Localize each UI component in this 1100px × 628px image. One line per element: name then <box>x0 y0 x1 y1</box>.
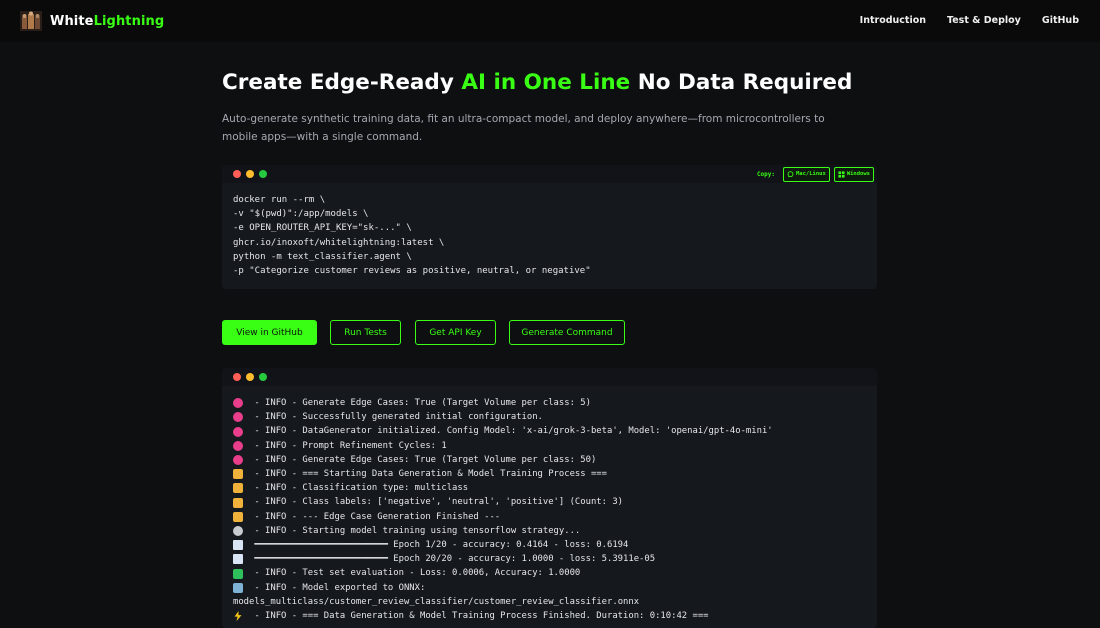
brand-name: WhiteLightning <box>50 14 164 29</box>
log-line-text: - INFO - Model exported to ONNX: <box>249 582 426 593</box>
log-line: - INFO - Prompt Refinement Cycles: 1 <box>233 439 866 453</box>
windows-icon <box>838 171 845 178</box>
log-line-text: ━━━━━━━━━━━━━━━━━━━━━━━━━ Epoch 1/20 - a… <box>249 540 629 551</box>
log-terminal: - INFO - Generate Edge Cases: True (Targ… <box>222 368 877 628</box>
copy-windows-button[interactable]: Windows <box>833 167 874 182</box>
top-navbar: WhiteLightning Introduction Test & Deplo… <box>0 0 1100 42</box>
log-line-text: ━━━━━━━━━━━━━━━━━━━━━━━━━ Epoch 20/20 - … <box>249 554 656 565</box>
hero-title-after: No Data Required <box>630 70 853 95</box>
command-line: -p "Categorize customer reviews as posit… <box>233 266 591 277</box>
log-line-text: - INFO - DataGenerator initialized. Conf… <box>249 426 773 437</box>
log-line-text: - INFO - Classification type: multiclass <box>249 483 469 494</box>
log-line: ━━━━━━━━━━━━━━━━━━━━━━━━━ Epoch 20/20 - … <box>233 552 866 566</box>
log-line-text: - INFO - --- Edge Case Generation Finish… <box>249 511 501 522</box>
command-body: docker run --rm \ -v "$(pwd)":/app/model… <box>222 183 877 288</box>
brain-icon <box>233 426 243 437</box>
log-output: - INFO - Generate Edge Cases: True (Targ… <box>222 386 877 623</box>
copy-controls: Copy: Mac/Linux Windows <box>757 167 874 182</box>
nav-github[interactable]: GitHub <box>1042 15 1079 26</box>
brand-name-lightning: Lightning <box>93 13 165 29</box>
command-terminal-titlebar: Copy: Mac/Linux Windows <box>222 165 877 183</box>
copy-mac-linux-label: Mac/Linux <box>796 171 826 177</box>
log-line-text: - INFO - Successfully generated initial … <box>249 412 543 423</box>
log-line-text: models_multiclass/customer_review_classi… <box>233 596 640 607</box>
command-line: python -m text_classifier.agent \ <box>233 251 412 262</box>
log-line: - INFO - Generate Edge Cases: True (Targ… <box>233 396 866 410</box>
command-line: -v "$(pwd)":/app/models \ <box>233 209 369 220</box>
package-icon <box>233 511 243 522</box>
chart-icon <box>233 554 243 565</box>
log-line-text: - INFO - === Data Generation & Model Tra… <box>249 611 709 622</box>
log-line: - INFO - === Starting Data Generation & … <box>233 467 866 481</box>
copy-label: Copy: <box>756 171 775 178</box>
generate-command-button[interactable]: Generate Command <box>509 320 625 345</box>
hero-title: Create Edge-Ready AI in One Line No Data… <box>222 70 852 95</box>
package-icon <box>233 483 243 494</box>
maximize-dot-icon <box>259 170 267 178</box>
package-icon <box>233 469 243 480</box>
log-line: - INFO - Class labels: ['negative', 'neu… <box>233 495 866 509</box>
nav-test-deploy[interactable]: Test & Deploy <box>947 15 1021 26</box>
log-line: - INFO - Starting model training using t… <box>233 524 866 538</box>
run-tests-button[interactable]: Run Tests <box>330 320 401 345</box>
log-line-text: - INFO - Prompt Refinement Cycles: 1 <box>249 440 447 451</box>
log-line-text: - INFO - Class labels: ['negative', 'neu… <box>249 497 624 508</box>
log-line: - INFO - Classification type: multiclass <box>233 481 866 495</box>
main-nav: Introduction Test & Deploy GitHub <box>860 15 1079 26</box>
log-line: - INFO - Model exported to ONNX: <box>233 581 866 595</box>
close-dot-icon <box>233 170 241 178</box>
log-line: models_multiclass/customer_review_classi… <box>233 595 866 609</box>
chat-bubble-icon <box>787 171 794 178</box>
minimize-dot-icon <box>246 373 254 381</box>
log-line: ━━━━━━━━━━━━━━━━━━━━━━━━━ Epoch 1/20 - a… <box>233 538 866 552</box>
chart-icon <box>233 540 243 551</box>
log-line: - INFO - --- Edge Case Generation Finish… <box>233 510 866 524</box>
brand[interactable]: WhiteLightning <box>20 11 164 31</box>
copy-windows-label: Windows <box>846 171 870 177</box>
warriors-logo-icon <box>20 11 42 31</box>
brand-name-white: White <box>50 13 94 29</box>
brain-icon <box>233 454 243 465</box>
command-line: -e OPEN_ROUTER_API_KEY="sk-..." \ <box>233 223 412 234</box>
log-line: - INFO - === Data Generation & Model Tra… <box>233 609 866 623</box>
log-line-text: - INFO - Generate Edge Cases: True (Targ… <box>249 398 591 408</box>
hero-title-accent: AI in One Line <box>461 70 631 95</box>
brain-icon <box>233 440 243 451</box>
minimize-dot-icon <box>246 170 254 178</box>
gear-icon <box>233 525 243 536</box>
log-line-text: - INFO - Test set evaluation - Loss: 0.0… <box>249 568 581 579</box>
log-line-text: - INFO - === Starting Data Generation & … <box>249 469 607 480</box>
package-icon <box>233 497 243 508</box>
get-api-key-button[interactable]: Get API Key <box>415 320 496 345</box>
hero-subtitle: Auto-generate synthetic training data, f… <box>222 113 825 143</box>
brain-icon <box>233 412 243 423</box>
log-line: - INFO - Successfully generated initial … <box>233 410 866 424</box>
copy-mac-linux-button[interactable]: Mac/Linux <box>783 167 830 182</box>
command-terminal: Copy: Mac/Linux Windows docker run --rm … <box>222 165 877 289</box>
log-line: - INFO - DataGenerator initialized. Conf… <box>233 424 866 438</box>
nav-introduction[interactable]: Introduction <box>860 15 926 26</box>
log-line: - INFO - Test set evaluation - Loss: 0.0… <box>233 566 866 580</box>
log-line-text: - INFO - Generate Edge Cases: True (Targ… <box>249 454 597 465</box>
log-line-text: - INFO - Starting model training using t… <box>249 525 581 536</box>
robot-icon <box>233 582 243 593</box>
maximize-dot-icon <box>259 373 267 381</box>
log-terminal-titlebar <box>222 368 877 386</box>
log-line: - INFO - Generate Edge Cases: True (Targ… <box>233 453 866 467</box>
command-line: docker run --rm \ <box>233 195 326 205</box>
check-icon <box>233 568 243 579</box>
view-github-button[interactable]: View in GitHub <box>222 320 317 345</box>
lightning-icon <box>234 611 242 622</box>
close-dot-icon <box>233 373 241 381</box>
brain-icon <box>233 398 243 409</box>
command-line: ghcr.io/inoxoft/whitelightning:latest \ <box>233 237 445 248</box>
hero-title-before: Create Edge-Ready <box>222 70 462 95</box>
